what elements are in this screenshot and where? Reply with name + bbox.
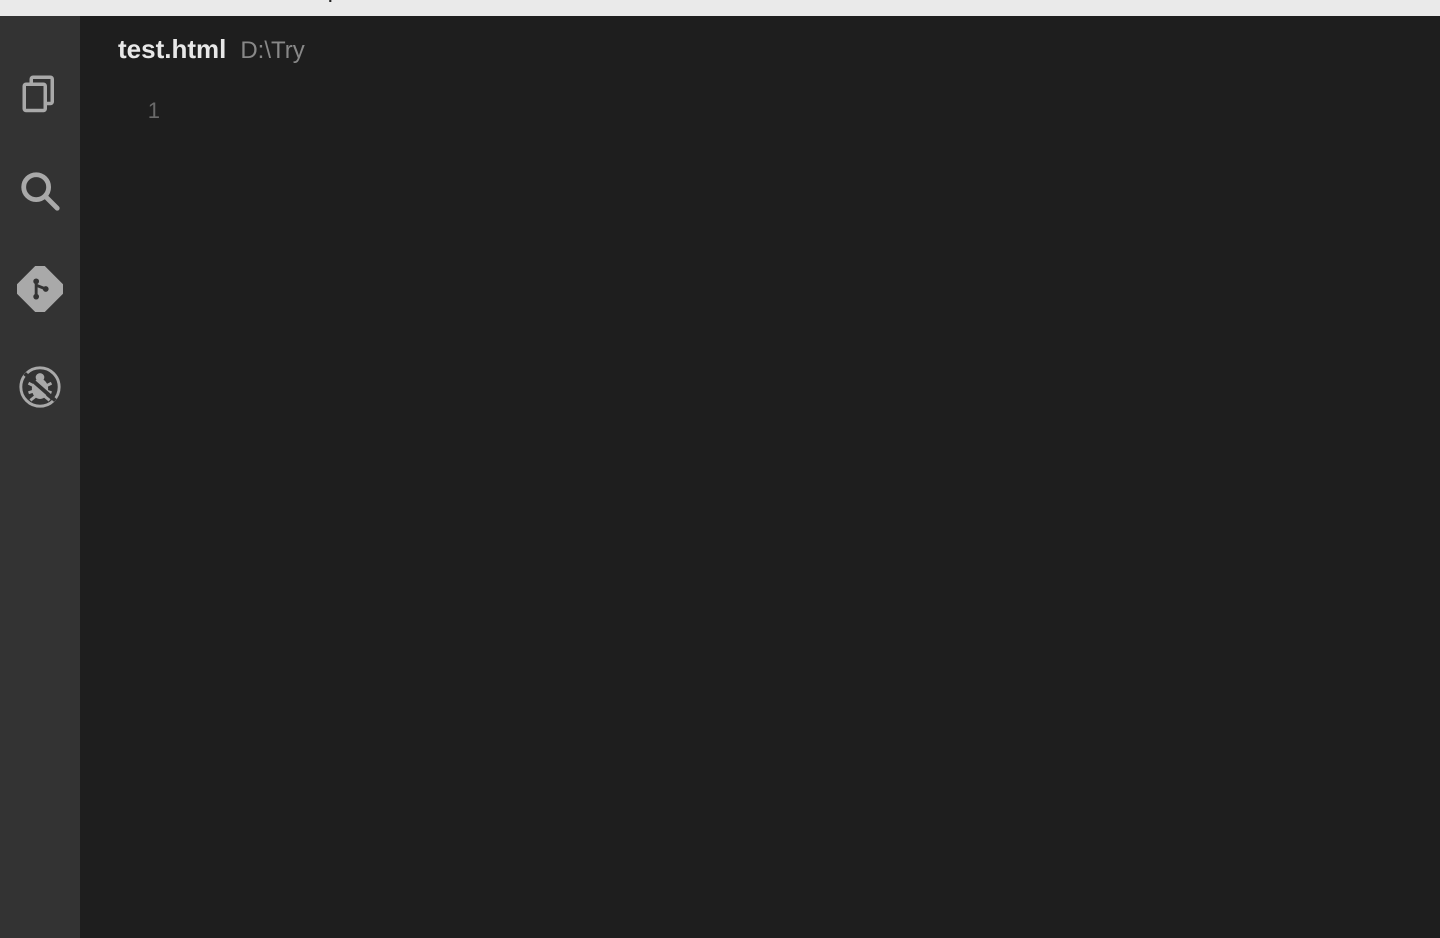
editor-file-path: D:\Try bbox=[240, 37, 304, 65]
menu-edit[interactable]: Edit bbox=[63, 0, 128, 6]
menu-goto[interactable]: Goto bbox=[204, 0, 280, 6]
menu-file[interactable]: File bbox=[0, 0, 63, 6]
activity-debug[interactable] bbox=[0, 340, 80, 438]
line-number: 1 bbox=[80, 96, 160, 126]
activity-explorer[interactable] bbox=[0, 46, 80, 144]
search-icon bbox=[17, 168, 63, 219]
activity-bar bbox=[0, 16, 80, 938]
activity-search[interactable] bbox=[0, 144, 80, 242]
editor-file-name: test.html bbox=[118, 34, 226, 65]
editor-code-area[interactable] bbox=[250, 96, 1440, 938]
menu-bar: File Edit View Goto Help bbox=[0, 0, 1440, 16]
editor-gutter: 1 bbox=[80, 96, 240, 938]
explorer-icon bbox=[19, 72, 61, 119]
menu-help[interactable]: Help bbox=[280, 0, 353, 6]
debug-icon bbox=[17, 364, 63, 415]
menu-view[interactable]: View bbox=[128, 0, 204, 6]
activity-git[interactable] bbox=[0, 242, 80, 340]
editor-area: test.html D:\Try 1 bbox=[80, 16, 1440, 938]
editor-tab[interactable]: test.html D:\Try bbox=[80, 16, 1440, 65]
git-icon bbox=[17, 266, 63, 317]
